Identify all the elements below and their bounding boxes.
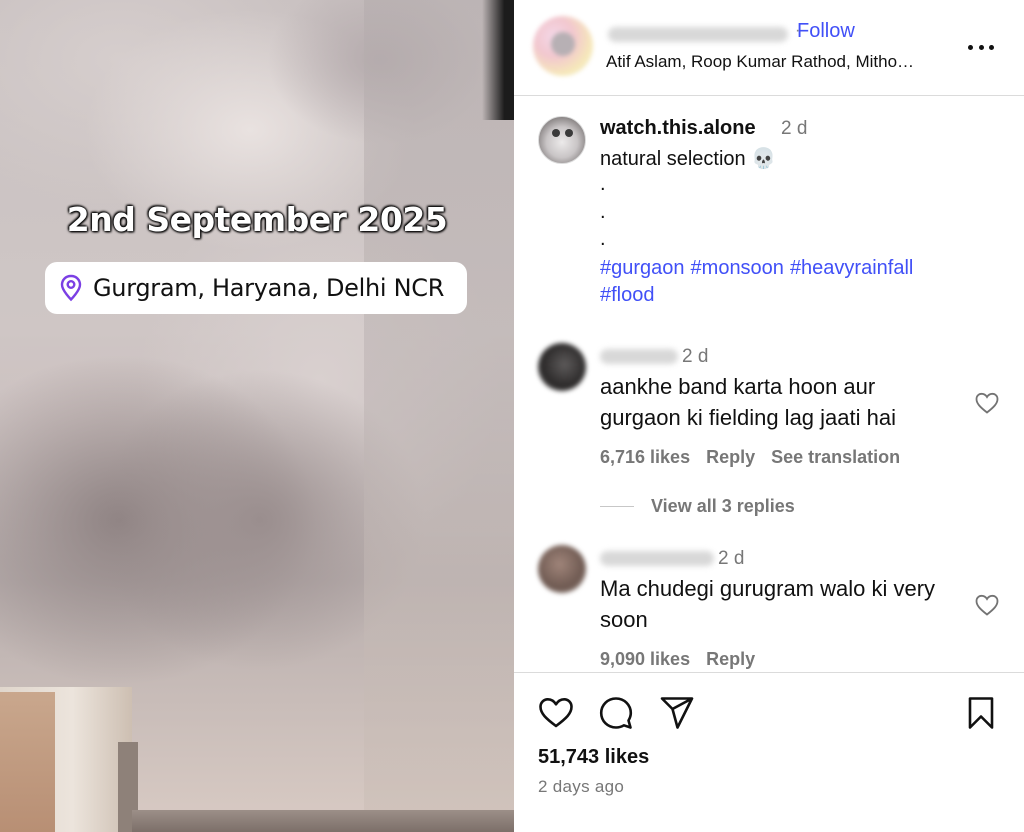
building-side: [0, 692, 55, 832]
see-translation-button[interactable]: See translation: [771, 447, 900, 467]
date-overlay: 2nd September 2025: [66, 200, 448, 239]
post-likes-count[interactable]: 51,743 likes: [538, 746, 649, 769]
author-avatar[interactable]: [533, 16, 593, 76]
like-icon[interactable]: [538, 695, 574, 731]
post-header: · Follow Atif Aslam, Roop Kumar Rathod, …: [514, 0, 1024, 96]
rooftops: [132, 810, 514, 832]
hashtag-link[interactable]: #gurgaon: [600, 257, 685, 279]
comment-icon[interactable]: [598, 695, 634, 731]
caption-time: 2 d: [781, 118, 808, 139]
caption-username[interactable]: watch.this.alone: [600, 117, 756, 140]
caption-dot: .: [600, 201, 606, 223]
comment-like-icon[interactable]: [975, 392, 999, 414]
commenter-avatar[interactable]: [538, 545, 586, 593]
post-actions: 51,743 likes 2 days ago: [514, 672, 1024, 832]
post-timestamp[interactable]: 2 days ago: [538, 777, 624, 797]
post-media[interactable]: 2nd September 2025 Gurgram, Haryana, Del…: [0, 0, 514, 832]
comment-time: 2 d: [718, 548, 745, 569]
hashtags: #gurgaon #monsoon #heavyrainfall #flood: [600, 255, 980, 309]
location-pin-icon: [60, 274, 82, 302]
commenter-username-blurred[interactable]: [600, 349, 678, 365]
comment-text: Ma chudegi gurugram walo ki very soon: [600, 576, 936, 632]
reply-button[interactable]: Reply: [706, 447, 755, 467]
caption-dot: .: [600, 173, 606, 195]
hashtag-link[interactable]: #monsoon: [691, 257, 784, 279]
view-replies-button[interactable]: View all 3 replies: [600, 496, 795, 517]
hashtag-link[interactable]: #flood: [600, 284, 655, 306]
comment-time: 2 d: [682, 346, 709, 367]
commenter-username-blurred[interactable]: [600, 551, 714, 567]
comment-like-icon[interactable]: [975, 594, 999, 616]
share-icon[interactable]: [659, 695, 695, 731]
comment-likes[interactable]: 6,716 likes: [600, 447, 690, 467]
comment-meta: 6,716 likes Reply See translation: [600, 447, 916, 468]
caption-avatar[interactable]: [538, 116, 586, 164]
hashtag-link[interactable]: #heavyrainfall: [790, 257, 913, 279]
location-label: Gurgram, Haryana, Delhi NCR: [93, 274, 445, 302]
more-options-icon[interactable]: [968, 38, 994, 56]
caption-dot: .: [600, 228, 606, 250]
comment-header: 2 d: [600, 548, 744, 570]
location-pill: Gurgram, Haryana, Delhi NCR: [45, 262, 467, 314]
caption-text: natural selection 💀: [600, 148, 777, 170]
sky-area: [364, 0, 514, 832]
comment-meta: 9,090 likes Reply: [600, 649, 771, 670]
follow-button[interactable]: Follow: [797, 20, 855, 43]
audio-track[interactable]: Atif Aslam, Roop Kumar Rathod, Mitho…: [606, 52, 958, 72]
frame-edge: [482, 0, 514, 120]
comment-text: aankhe band karta hoon aur gurgaon ki fi…: [600, 374, 896, 430]
author-username-blurred[interactable]: [608, 26, 788, 44]
save-bookmark-icon[interactable]: [963, 695, 999, 731]
comment-likes[interactable]: 9,090 likes: [600, 649, 690, 669]
comment-header: 2 d: [600, 346, 708, 368]
post-sidebar: · Follow Atif Aslam, Roop Kumar Rathod, …: [514, 0, 1024, 832]
commenter-avatar[interactable]: [538, 343, 586, 391]
reply-button[interactable]: Reply: [706, 649, 755, 669]
